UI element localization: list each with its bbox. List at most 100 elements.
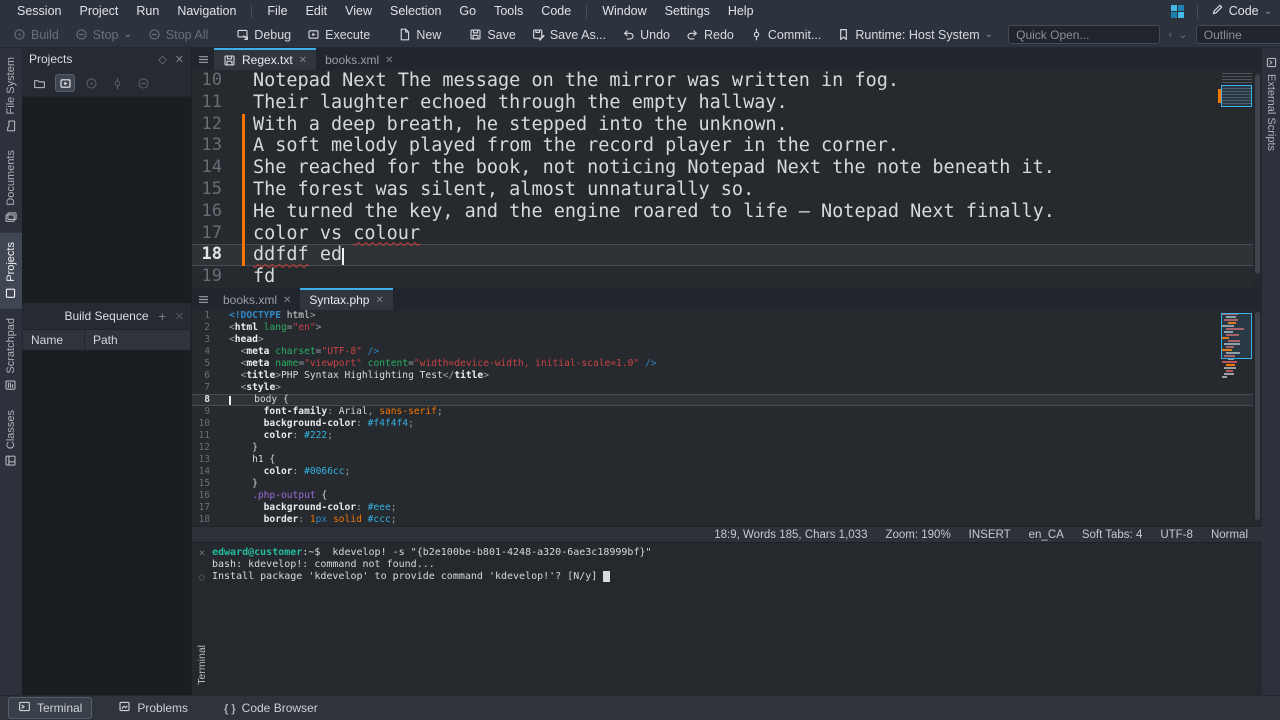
add-icon[interactable]: + <box>158 310 167 323</box>
menu-item-navigation[interactable]: Navigation <box>168 2 245 20</box>
sidebar-tab-projects[interactable]: Projects <box>0 233 22 309</box>
close-panel-icon[interactable]: ✕ <box>175 310 184 323</box>
scrollbar-thumb[interactable] <box>1255 312 1260 520</box>
document-switcher-icon[interactable] <box>192 48 214 70</box>
line-text: With a deep breath, he stepped into the … <box>253 114 1262 136</box>
line-text: h1 { <box>229 454 1262 466</box>
menu-item-settings[interactable]: Settings <box>656 2 719 20</box>
line-number: 18 <box>192 514 210 526</box>
toolbar-button-save[interactable]: Save <box>462 25 523 45</box>
open-project-icon[interactable] <box>29 74 49 92</box>
sidebar-tab-scratchpad[interactable]: Scratchpad <box>0 309 22 401</box>
minimap[interactable] <box>1222 313 1252 473</box>
line-text: } <box>229 478 1262 490</box>
build-run-icon[interactable] <box>55 74 75 92</box>
minimap[interactable] <box>1222 73 1252 113</box>
dictionary[interactable]: en_CA <box>1029 529 1064 541</box>
toolview-button-problems[interactable]: Problems <box>108 697 198 719</box>
line-number: 10 <box>192 418 210 430</box>
toolview-button-code-browser[interactable]: { }Code Browser <box>214 698 328 718</box>
menu-item-selection[interactable]: Selection <box>381 2 450 20</box>
menu-item-code[interactable]: Code <box>532 2 580 20</box>
menu-item-window[interactable]: Window <box>593 2 655 20</box>
minimap-viewport[interactable] <box>1221 85 1252 107</box>
modified-icon <box>223 54 236 67</box>
menu-item-help[interactable]: Help <box>719 2 763 20</box>
build-sequence-table[interactable] <box>22 351 191 695</box>
menu-item-go[interactable]: Go <box>450 2 485 20</box>
menu-item-session[interactable]: Session <box>8 2 70 20</box>
line-number: 16 <box>192 490 210 502</box>
toolbar-button-new[interactable]: New <box>391 25 448 45</box>
toolbar-button-execute[interactable]: Execute <box>300 25 377 45</box>
menubar: SessionProjectRunNavigationFileEditViewS… <box>0 0 1280 22</box>
toolbar-button-label: Runtime: Host System <box>855 28 979 42</box>
float-panel-icon[interactable]: ◇ <box>158 53 166 66</box>
sidebar-tab-documents[interactable]: Documents <box>0 141 22 233</box>
column-header-name[interactable]: Name <box>23 330 85 350</box>
menu-item-file[interactable]: File <box>258 2 296 20</box>
tab-close-icon[interactable]: ✕ <box>299 55 307 66</box>
zoom-level[interactable]: Zoom: 190% <box>885 529 950 541</box>
tab-syntax-php[interactable]: Syntax.php✕ <box>300 288 392 310</box>
line-number: 2 <box>192 322 210 334</box>
toolbar-button-debug[interactable]: Debug <box>229 25 298 45</box>
sidebar-tab-classes[interactable]: Classes <box>0 401 22 476</box>
close-panel-icon[interactable]: ✕ <box>175 53 184 66</box>
scrollbar-thumb[interactable] <box>1255 74 1260 274</box>
insert-mode[interactable]: INSERT <box>969 529 1011 541</box>
column-header-path[interactable]: Path <box>85 330 126 350</box>
terminal-output[interactable]: edward@customer:~$ kdevelop! -s "{b2e100… <box>212 543 1262 695</box>
tab-close-icon[interactable]: ✕ <box>375 295 383 306</box>
scrollbar[interactable] <box>1253 310 1262 526</box>
minimap-viewport[interactable] <box>1221 313 1252 359</box>
terminal-line: bash: kdevelop!: command not found... <box>212 559 1262 571</box>
text-cursor <box>342 248 344 266</box>
code-line: 5 <meta name="viewport" content="width=d… <box>192 358 1262 370</box>
toolview-button-terminal[interactable]: Terminal <box>8 697 92 719</box>
terminal-tab[interactable]: Terminal <box>196 645 208 685</box>
toolbar-nav-chevrons[interactable]: ‹⌄ <box>1168 28 1188 41</box>
encoding[interactable]: UTF-8 <box>1160 529 1193 541</box>
toolbar-button-label: Commit... <box>768 28 821 42</box>
tab-close-icon[interactable]: ✕ <box>283 295 291 306</box>
editor2-content[interactable]: 1<!DOCTYPE html>2<html lang="en">3<head>… <box>192 310 1262 526</box>
tab-books-xml[interactable]: books.xml✕ <box>214 288 300 310</box>
menu-item-edit[interactable]: Edit <box>297 2 337 20</box>
tab-close-icon[interactable]: ✕ <box>385 55 393 66</box>
toolbar-button-redo[interactable]: Redo <box>679 25 741 45</box>
sidebar-tab-file-system[interactable]: File System <box>0 48 22 141</box>
tab-width[interactable]: Soft Tabs: 4 <box>1082 529 1143 541</box>
area-switcher[interactable]: Code⌄ <box>1211 3 1272 19</box>
tab-books-xml[interactable]: books.xml✕ <box>316 48 402 70</box>
menu-item-view[interactable]: View <box>336 2 381 20</box>
toolbar-button-runtime-host-system[interactable]: Runtime: Host System⌄ <box>830 25 1000 45</box>
toolview-button-label: Terminal <box>37 701 82 715</box>
tab-regex-txt[interactable]: Regex.txt✕ <box>214 48 316 70</box>
quick-open-input[interactable] <box>1008 25 1160 44</box>
cursor-position[interactable]: 18:9, Words 185, Chars 1,033 <box>714 529 867 541</box>
command-failed-mark: ✕ <box>198 549 206 559</box>
line-text: Notepad Next The message on the mirror w… <box>253 70 1262 92</box>
editor1-content[interactable]: 10Notepad Next The message on the mirror… <box>192 70 1262 288</box>
toolbar-button-undo[interactable]: Undo <box>615 25 677 45</box>
toolbar-button-commit[interactable]: Commit... <box>743 25 828 45</box>
scrollbar[interactable] <box>1253 70 1262 288</box>
sidebar-tab-external-scripts[interactable]: External Scripts <box>1265 48 1278 159</box>
line-gutter: 16 <box>192 490 229 502</box>
menu-item-project[interactable]: Project <box>70 2 127 20</box>
mode-indicator[interactable]: Normal <box>1211 529 1248 541</box>
code-line: 15 } <box>192 478 1262 490</box>
code-line: 12 } <box>192 442 1262 454</box>
session-grid-icon[interactable] <box>1171 5 1184 18</box>
code-line: 17 background-color: #eee; <box>192 502 1262 514</box>
outline-input[interactable] <box>1196 25 1280 44</box>
menu-item-run[interactable]: Run <box>127 2 168 20</box>
document-switcher-icon[interactable] <box>192 288 214 310</box>
terminal-panel[interactable]: ✕◇ Terminal edward@customer:~$ kdevelop!… <box>192 542 1262 695</box>
projects-tree[interactable] <box>22 96 191 303</box>
toolbar-button-save-as[interactable]: Save As... <box>525 25 613 45</box>
editor-statusbar: 18:9, Words 185, Chars 1,033 Zoom: 190% IN… <box>192 526 1262 542</box>
menu-item-tools[interactable]: Tools <box>485 2 532 20</box>
line-number: 6 <box>192 370 210 382</box>
